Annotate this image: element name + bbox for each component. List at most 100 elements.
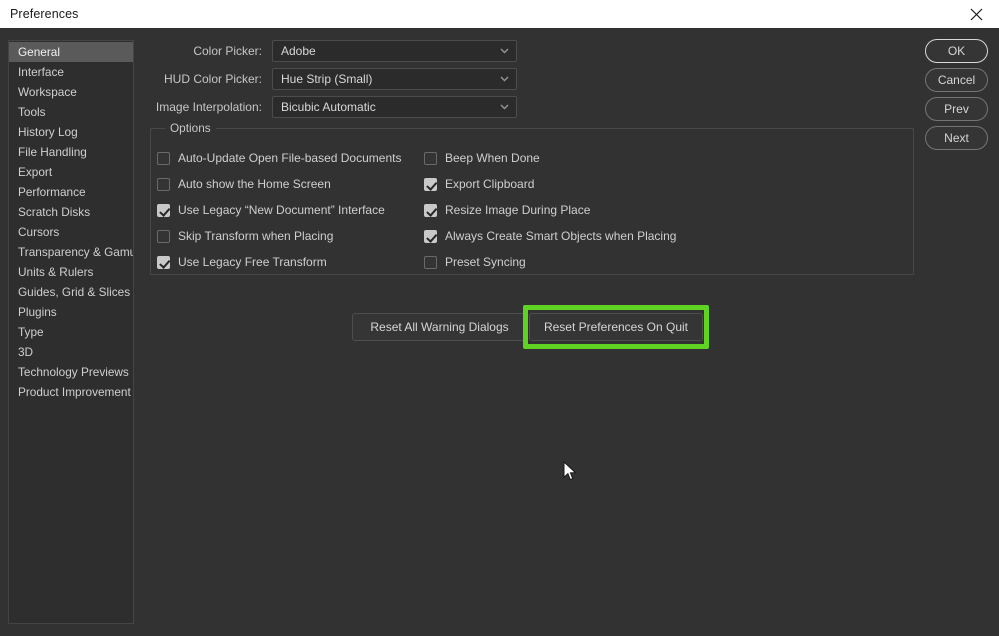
reset-preferences-on-quit-button[interactable]: Reset Preferences On Quit	[529, 313, 703, 341]
checkbox-export-clipboard[interactable]: Export Clipboard	[424, 174, 676, 194]
button-label: Reset All Warning Dialogs	[370, 320, 509, 334]
sidebar-item-export[interactable]: Export	[9, 162, 133, 182]
checkbox-use-legacy-new-document-interface[interactable]: Use Legacy “New Document” Interface	[157, 200, 401, 220]
sidebar-item-label: Transparency & Gamut	[18, 245, 134, 259]
sidebar-item-label: Workspace	[18, 85, 77, 99]
chevron-down-icon	[500, 48, 509, 54]
hud-color-picker-select[interactable]: Hue Strip (Small)	[272, 68, 517, 90]
sidebar-item-transparency-gamut[interactable]: Transparency & Gamut	[9, 242, 133, 262]
options-left-column: Auto-Update Open File-based Documents Au…	[157, 148, 401, 272]
image-interpolation-value: Bicubic Automatic	[281, 100, 376, 114]
checkbox-auto-show-the-home-screen[interactable]: Auto show the Home Screen	[157, 174, 401, 194]
sidebar-item-label: History Log	[18, 125, 78, 139]
chevron-down-icon	[500, 76, 509, 82]
checkbox-label: Always Create Smart Objects when Placing	[445, 229, 677, 243]
sidebar-item-technology-previews[interactable]: Technology Previews	[9, 362, 133, 382]
sidebar-item-tools[interactable]: Tools	[9, 102, 133, 122]
sidebar-item-units-rulers[interactable]: Units & Rulers	[9, 262, 133, 282]
ok-button[interactable]: OK	[925, 39, 988, 63]
sidebar-item-label: Units & Rulers	[18, 265, 94, 279]
sidebar-item-cursors[interactable]: Cursors	[9, 222, 133, 242]
sidebar-item-interface[interactable]: Interface	[9, 62, 133, 82]
checkbox-box	[157, 151, 170, 165]
image-interpolation-select[interactable]: Bicubic Automatic	[272, 96, 517, 118]
sidebar-item-history-log[interactable]: History Log	[9, 122, 133, 142]
sidebar-item-label: General	[18, 45, 60, 59]
checkbox-label: Export Clipboard	[445, 177, 535, 191]
prev-button[interactable]: Prev	[925, 97, 988, 121]
sidebar-item-label: Type	[18, 325, 44, 339]
button-label: Cancel	[937, 73, 976, 87]
checkbox-preset-syncing[interactable]: Preset Syncing	[424, 252, 676, 272]
sidebar-item-type[interactable]: Type	[9, 322, 133, 342]
checkbox-label: Auto show the Home Screen	[178, 177, 331, 191]
sidebar-item-product-improvement[interactable]: Product Improvement	[9, 382, 133, 402]
sidebar-item-file-handling[interactable]: File Handling	[9, 142, 133, 162]
sidebar-item-guides-grid-slices[interactable]: Guides, Grid & Slices	[9, 282, 133, 302]
sidebar-item-label: Export	[18, 165, 53, 179]
checkbox-box	[424, 203, 437, 217]
checkbox-box	[157, 203, 170, 217]
checkbox-box	[157, 177, 170, 191]
sidebar-item-label: Cursors	[18, 225, 60, 239]
hud-color-picker-value: Hue Strip (Small)	[281, 72, 373, 86]
button-label: OK	[947, 44, 966, 58]
checkbox-box	[157, 229, 170, 243]
sidebar-item-label: Plugins	[18, 305, 57, 319]
options-right-column: Beep When Done Export Clipboard Resize I…	[424, 148, 676, 272]
sidebar-item-label: Interface	[18, 65, 64, 79]
checkbox-label: Use Legacy “New Document” Interface	[178, 203, 385, 217]
checkbox-label: Resize Image During Place	[445, 203, 591, 217]
sidebar-item-label: 3D	[18, 345, 34, 359]
checkbox-auto-update-open-file-based-documents[interactable]: Auto-Update Open File-based Documents	[157, 148, 401, 168]
chevron-down-icon	[500, 104, 509, 110]
checkbox-resize-image-during-place[interactable]: Resize Image During Place	[424, 200, 676, 220]
color-picker-select[interactable]: Adobe	[272, 40, 517, 62]
button-label: Next	[944, 131, 969, 145]
sidebar-item-plugins[interactable]: Plugins	[9, 302, 133, 322]
checkbox-box	[424, 151, 437, 165]
reset-all-warning-dialogs-button[interactable]: Reset All Warning Dialogs	[352, 313, 527, 341]
options-group-legend: Options	[165, 121, 216, 135]
sidebar-item-label: Scratch Disks	[18, 205, 91, 219]
color-picker-value: Adobe	[281, 44, 316, 58]
hud-color-picker-row: HUD Color Picker: Hue Strip (Small)	[150, 68, 517, 90]
window-title: Preferences	[10, 7, 79, 21]
preferences-dialog-body: General Interface Workspace Tools Histor…	[0, 28, 999, 636]
sidebar-item-label: Technology Previews	[18, 365, 129, 379]
dialog-action-buttons: OK Cancel Prev Next	[925, 39, 988, 155]
sidebar-item-3d[interactable]: 3D	[9, 342, 133, 362]
image-interpolation-label: Image Interpolation:	[155, 100, 262, 114]
sidebar-item-label: File Handling	[18, 145, 87, 159]
checkbox-box	[424, 177, 437, 191]
checkbox-label: Skip Transform when Placing	[178, 229, 334, 243]
checkbox-box	[424, 255, 437, 269]
checkbox-box	[157, 255, 170, 269]
button-label: Prev	[944, 102, 969, 116]
checkbox-skip-transform-when-placing[interactable]: Skip Transform when Placing	[157, 226, 401, 246]
checkbox-use-legacy-free-transform[interactable]: Use Legacy Free Transform	[157, 252, 401, 272]
checkbox-always-create-smart-objects-when-placing[interactable]: Always Create Smart Objects when Placing	[424, 226, 676, 246]
cancel-button[interactable]: Cancel	[925, 68, 988, 92]
sidebar-item-general[interactable]: General	[9, 42, 133, 62]
checkbox-label: Preset Syncing	[445, 255, 526, 269]
button-label: Reset Preferences On Quit	[543, 320, 689, 334]
image-interpolation-row: Image Interpolation: Bicubic Automatic	[150, 96, 517, 118]
sidebar-item-label: Guides, Grid & Slices	[18, 285, 131, 299]
options-group: Options Auto-Update Open File-based Docu…	[150, 121, 914, 275]
window-titlebar: Preferences	[0, 0, 999, 28]
checkbox-box	[424, 229, 437, 243]
checkbox-label: Auto-Update Open File-based Documents	[178, 151, 402, 165]
checkbox-beep-when-done[interactable]: Beep When Done	[424, 148, 676, 168]
preferences-category-list[interactable]: General Interface Workspace Tools Histor…	[8, 40, 134, 624]
hud-color-picker-label: HUD Color Picker:	[163, 72, 262, 86]
next-button[interactable]: Next	[925, 126, 988, 150]
sidebar-item-label: Tools	[18, 105, 46, 119]
sidebar-item-scratch-disks[interactable]: Scratch Disks	[9, 202, 133, 222]
color-picker-label: Color Picker:	[193, 44, 262, 58]
sidebar-item-label: Performance	[18, 185, 86, 199]
close-icon[interactable]	[953, 0, 999, 28]
sidebar-item-performance[interactable]: Performance	[9, 182, 133, 202]
checkbox-label: Use Legacy Free Transform	[178, 255, 327, 269]
sidebar-item-workspace[interactable]: Workspace	[9, 82, 133, 102]
